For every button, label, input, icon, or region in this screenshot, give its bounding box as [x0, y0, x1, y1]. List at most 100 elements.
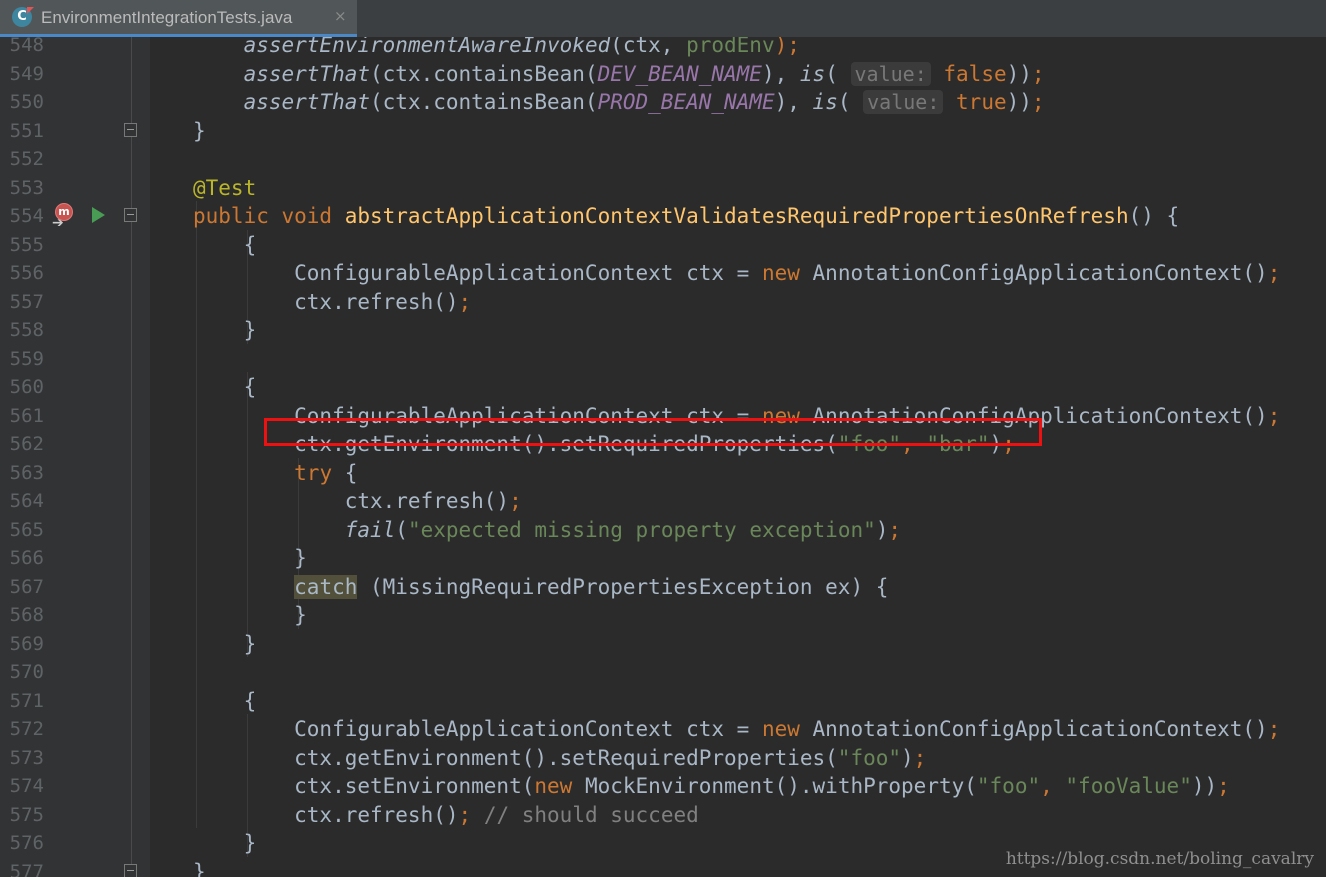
code-line[interactable]: 556 ConfigurableApplicationContext ctx =…	[0, 258, 1326, 287]
code-token: ctx.setEnvironment(	[193, 774, 535, 798]
code-line[interactable]: 549 assertThat(ctx.containsBean(DEV_BEAN…	[0, 59, 1326, 88]
code-token: }	[193, 603, 307, 627]
code-token: }	[193, 318, 257, 342]
code-line[interactable]: 552	[0, 144, 1326, 173]
line-number: 560	[9, 376, 44, 398]
fold-icon[interactable]	[124, 208, 137, 222]
code-token: (ctx,	[610, 37, 687, 57]
fold-icon[interactable]	[124, 863, 137, 877]
code-text: }	[193, 858, 206, 877]
code-line[interactable]: 555 {	[0, 230, 1326, 259]
line-number: 575	[9, 803, 44, 826]
code-text: assertEnvironmentAwareInvoked(ctx, prodE…	[193, 37, 800, 59]
code-token: )	[875, 517, 889, 542]
code-token: ConfigurableApplicationContext ctx =	[193, 717, 762, 741]
code-line[interactable]: 570	[0, 657, 1326, 686]
line-number: 551	[9, 119, 44, 142]
highlight-box	[264, 418, 1042, 446]
code-line[interactable]: 566 }	[0, 543, 1326, 572]
code-line[interactable]: 575 ctx.refresh(); // should succeed	[0, 800, 1326, 829]
code-token: MockEnvironment().withProperty(	[584, 774, 977, 798]
code-token: is	[799, 61, 826, 86]
code-line[interactable]: 563 try {	[0, 458, 1326, 487]
code-token: ),	[761, 61, 800, 86]
editor-tab-active[interactable]: C EnvironmentIntegrationTests.java ×	[0, 0, 357, 37]
code-token: "foo"	[976, 774, 1041, 798]
code-token: }	[193, 859, 206, 877]
code-token: true	[943, 90, 1007, 114]
code-token: ;	[458, 289, 472, 314]
code-token: );	[774, 37, 800, 57]
code-line[interactable]: 560 {	[0, 372, 1326, 401]
code-line[interactable]: 573 ctx.getEnvironment().setRequiredProp…	[0, 743, 1326, 772]
code-line[interactable]: 569 }	[0, 629, 1326, 658]
code-token: new	[761, 717, 813, 741]
code-line[interactable]: 557 ctx.refresh();	[0, 287, 1326, 316]
code-token: assertEnvironmentAwareInvoked	[243, 37, 611, 57]
code-line[interactable]: 568 }	[0, 600, 1326, 629]
code-line[interactable]: 567 catch (MissingRequiredPropertiesExce…	[0, 572, 1326, 601]
close-tab-icon[interactable]: ×	[334, 7, 347, 25]
code-token: }	[193, 631, 257, 656]
code-text: fail("expected missing property exceptio…	[193, 516, 901, 544]
line-number: 574	[9, 775, 44, 797]
line-number: 572	[9, 718, 44, 740]
code-line[interactable]: 565 fail("expected missing property exce…	[0, 515, 1326, 544]
code-text: ctx.getEnvironment().setRequiredProperti…	[193, 744, 926, 772]
code-token: ))	[1006, 61, 1032, 86]
code-token: {	[193, 375, 257, 399]
code-token: new	[534, 774, 585, 798]
code-token: ;	[1267, 403, 1281, 428]
code-text: }	[193, 316, 257, 344]
code-line[interactable]: 550 assertThat(ctx.containsBean(PROD_BEA…	[0, 87, 1326, 116]
code-text: catch (MissingRequiredPropertiesExceptio…	[193, 573, 888, 601]
code-line[interactable]: 574 ctx.setEnvironment(new MockEnvironme…	[0, 771, 1326, 800]
tab-title: EnvironmentIntegrationTests.java	[41, 8, 293, 27]
code-line[interactable]: 553 @Test	[0, 173, 1326, 202]
code-line[interactable]: 551}	[0, 116, 1326, 145]
code-line[interactable]: 559	[0, 344, 1326, 373]
code-line[interactable]: 548 assertEnvironmentAwareInvoked(ctx, p…	[0, 37, 1326, 59]
line-number: 553	[9, 176, 44, 199]
code-token: ))	[1191, 774, 1218, 798]
code-token: }	[193, 831, 257, 855]
code-text: {	[193, 231, 257, 259]
code-token: ;	[458, 802, 484, 827]
code-line[interactable]: 564 ctx.refresh();	[0, 486, 1326, 515]
code-line[interactable]: 571 {	[0, 686, 1326, 715]
code-token: (MissingRequiredPropertiesException ex) …	[357, 574, 889, 599]
run-test-icon[interactable]	[92, 207, 105, 223]
code-line[interactable]: 572 ConfigurableApplicationContext ctx =…	[0, 714, 1326, 743]
code-text: public void abstractApplicationContextVa…	[193, 202, 1179, 230]
code-token: PROD_BEAN_NAME	[597, 90, 775, 114]
code-text: ConfigurableApplicationContext ctx = new…	[193, 715, 1280, 743]
code-token: DEV_BEAN_NAME	[597, 61, 762, 86]
code-token: ;	[1031, 90, 1045, 114]
code-token: fail	[344, 517, 396, 542]
code-token: {	[344, 460, 358, 485]
code-token: (	[837, 90, 864, 114]
code-text: @Test	[193, 174, 256, 202]
parameter-hint: value:	[850, 61, 931, 86]
code-token: ;	[1217, 774, 1230, 798]
code-line[interactable]: 558 }	[0, 315, 1326, 344]
code-line[interactable]: 554 ➔ m public void abstractApplicationCont…	[0, 201, 1326, 231]
code-editor[interactable]: 548 assertEnvironmentAwareInvoked(ctx, p…	[0, 37, 1326, 877]
code-text: assertThat(ctx.containsBean(PROD_BEAN_NA…	[193, 88, 1045, 116]
code-text: }	[193, 544, 307, 572]
code-token: catch	[294, 574, 358, 599]
code-token: AnnotationConfigApplicationContext()	[812, 717, 1268, 741]
line-number: 555	[9, 233, 44, 256]
fold-icon[interactable]	[124, 122, 137, 137]
line-number: 564	[9, 490, 44, 512]
line-number: 557	[9, 290, 44, 313]
code-token: false	[930, 61, 1007, 86]
code-token: ctx.refresh()	[193, 489, 510, 513]
line-number: 561	[9, 404, 44, 427]
line-number: 567	[9, 575, 44, 598]
overrides-method-icon[interactable]: m	[55, 203, 73, 221]
code-text: {	[193, 687, 257, 715]
code-token: (	[825, 61, 851, 86]
